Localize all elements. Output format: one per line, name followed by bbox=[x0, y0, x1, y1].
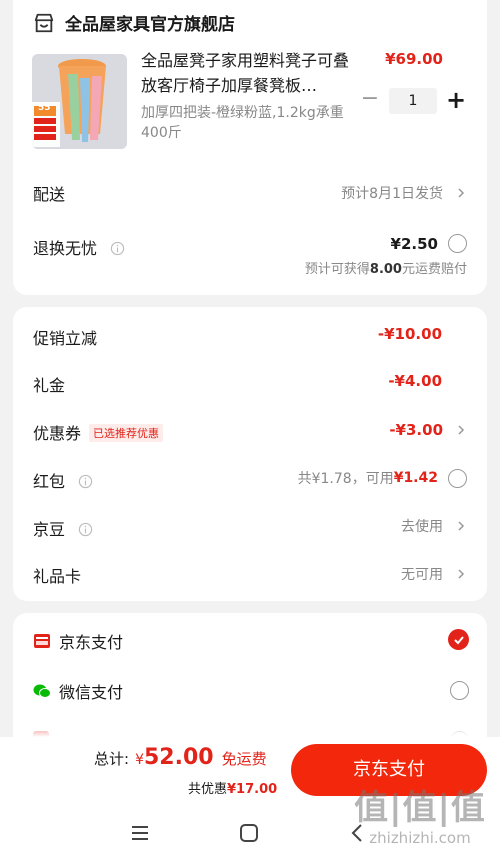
jd-bean-row-label: 京豆 bbox=[33, 516, 93, 540]
payment-option-jd[interactable]: 京东支付 bbox=[33, 629, 123, 653]
jd-pay-selected-check[interactable] bbox=[448, 629, 469, 650]
back-icon[interactable] bbox=[346, 821, 370, 845]
wechat-icon bbox=[33, 684, 51, 698]
coupon-row[interactable]: -¥3.00 bbox=[389, 421, 467, 439]
order-item-card: 全品屋家具官方旗舰店 55 全品屋凳子家用塑料凳子可叠放客厅椅子加厚餐凳板… ¥… bbox=[13, 0, 487, 295]
gift-cash-value: -¥4.00 bbox=[388, 372, 442, 390]
saving-label: 共优惠 bbox=[188, 782, 228, 797]
return-radio[interactable] bbox=[448, 234, 467, 253]
delivery-label: 配送 bbox=[33, 185, 66, 204]
info-icon[interactable] bbox=[78, 474, 93, 489]
store-header[interactable]: 全品屋家具官方旗舰店 bbox=[33, 10, 235, 35]
product-thumbnail[interactable]: 55 bbox=[32, 54, 127, 149]
product-title[interactable]: 全品屋凳子家用塑料凳子可叠放客厅椅子加厚餐凳板… bbox=[141, 48, 351, 98]
return-option[interactable]: ¥2.50 bbox=[391, 234, 467, 253]
delivery-row[interactable]: 预计8月1日发货 bbox=[341, 183, 467, 203]
chevron-right-icon bbox=[458, 569, 465, 579]
decrease-button[interactable]: − bbox=[359, 88, 381, 112]
system-nav-bar bbox=[0, 803, 500, 863]
wechat-pay-label: 微信支付 bbox=[59, 683, 124, 702]
increase-button[interactable]: + bbox=[445, 88, 467, 112]
red-packet-radio[interactable] bbox=[448, 468, 467, 488]
wechat-pay-radio[interactable] bbox=[450, 681, 469, 700]
chevron-right-icon bbox=[458, 425, 465, 435]
checkmark-icon bbox=[453, 635, 464, 644]
promo-value: -¥10.00 bbox=[377, 325, 442, 343]
menu-icon[interactable] bbox=[128, 821, 152, 845]
return-note-prefix: 预计可获得 bbox=[304, 262, 370, 277]
total-saving: 共优惠¥17.00 bbox=[188, 778, 277, 797]
chevron-right-icon bbox=[458, 188, 465, 198]
info-icon[interactable] bbox=[110, 241, 125, 256]
jd-bean-label: 京豆 bbox=[33, 520, 66, 539]
return-price: ¥2.50 bbox=[390, 234, 438, 253]
info-icon[interactable] bbox=[78, 522, 93, 537]
quantity-value[interactable]: 1 bbox=[389, 88, 437, 114]
coupon-value: -¥3.00 bbox=[389, 421, 443, 439]
scroll-fade bbox=[13, 715, 487, 737]
total-price: 总计: ¥ 52.00 免运费 bbox=[94, 745, 267, 770]
delivery-value: 预计8月1日发货 bbox=[341, 186, 443, 202]
chevron-right-icon bbox=[458, 521, 465, 531]
red-packet-label: 红包 bbox=[33, 472, 66, 491]
free-shipping: 免运费 bbox=[221, 750, 267, 768]
total-currency: ¥ bbox=[135, 752, 144, 768]
red-packet-option[interactable]: 共¥1.78，可用 ¥1.42 bbox=[298, 468, 467, 488]
total-label: 总计: bbox=[94, 750, 130, 768]
product-spec[interactable]: 加厚四把装-橙绿粉蓝,1.2kg承重400斤 bbox=[141, 103, 361, 143]
jd-bean-row[interactable]: 去使用 bbox=[401, 516, 467, 536]
red-packet-total: 共¥1.78，可用 bbox=[297, 471, 394, 487]
gift-card-value: 无可用 bbox=[401, 567, 443, 583]
jd-pay-label: 京东支付 bbox=[59, 633, 124, 652]
product-price: ¥69.00 bbox=[385, 50, 443, 68]
red-packet-usable: ¥1.42 bbox=[393, 470, 438, 486]
coupon-row-label: 优惠券 已选推荐优惠 bbox=[33, 420, 164, 444]
gift-card-row[interactable]: 无可用 bbox=[401, 564, 467, 584]
return-note-suffix: 元运费赔付 bbox=[401, 262, 467, 277]
stool-image bbox=[32, 54, 127, 149]
checkout-bar: 总计: ¥ 52.00 免运费 共优惠¥17.00 京东支付 bbox=[0, 737, 500, 803]
gift-cash-label: 礼金 bbox=[33, 376, 66, 395]
gift-card-label: 礼品卡 bbox=[33, 567, 82, 586]
coupon-label: 优惠券 bbox=[33, 424, 82, 443]
return-row: 退换无忧 bbox=[33, 235, 125, 259]
coupon-badge: 已选推荐优惠 bbox=[89, 424, 164, 442]
return-note: 预计可获得8.00元运费赔付 bbox=[305, 258, 467, 277]
saving-amount: ¥17.00 bbox=[227, 782, 278, 797]
pay-button[interactable]: 京东支付 bbox=[291, 744, 487, 796]
jd-pay-icon bbox=[34, 634, 50, 648]
total-amount: 52.00 bbox=[143, 745, 214, 770]
store-name: 全品屋家具官方旗舰店 bbox=[65, 15, 235, 35]
promo-label: 促销立减 bbox=[33, 329, 98, 348]
jd-bean-value: 去使用 bbox=[401, 519, 443, 535]
return-label: 退换无忧 bbox=[33, 239, 98, 258]
discount-card: 促销立减 -¥10.00 礼金 -¥4.00 优惠券 已选推荐优惠 -¥3.00 … bbox=[13, 307, 487, 601]
home-icon[interactable] bbox=[237, 821, 261, 845]
thumb-badge: 55 bbox=[38, 103, 51, 113]
store-icon bbox=[34, 13, 54, 32]
quantity-stepper: − 1 + bbox=[359, 88, 467, 114]
return-note-amount: 8.00 bbox=[369, 262, 402, 277]
payment-option-wechat[interactable]: 微信支付 bbox=[33, 679, 123, 703]
red-packet-row-label: 红包 bbox=[33, 468, 93, 492]
